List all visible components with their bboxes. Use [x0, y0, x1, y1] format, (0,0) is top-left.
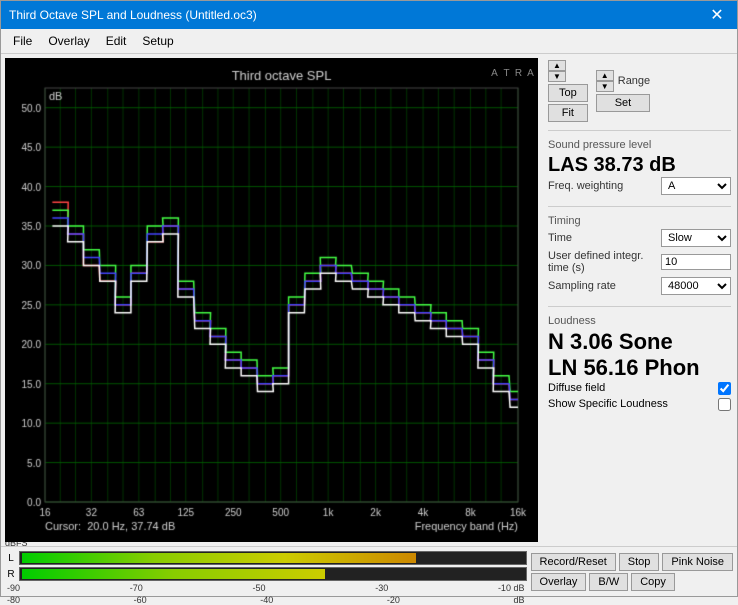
bottom-buttons: Record/Reset Stop Pink Noise Overlay B/W…	[531, 553, 733, 591]
tick-3: -50	[252, 583, 265, 593]
spl-section: Sound pressure level LAS 38.73 dB Freq. …	[548, 139, 731, 198]
chart-area: ARTA	[5, 58, 538, 542]
show-specific-label: Show Specific Loudness	[548, 398, 668, 410]
range-up-button[interactable]: ▲	[596, 70, 614, 81]
sampling-rate-row: Sampling rate 48000 44100	[548, 277, 731, 295]
user-integr-input[interactable]: 10	[661, 254, 731, 270]
range-nav-group: ▲ ▼ Range Set	[596, 70, 650, 112]
top-down-button[interactable]: ▼	[548, 71, 566, 82]
menu-file[interactable]: File	[5, 31, 40, 51]
divider-2	[548, 206, 731, 207]
tick-1: -90	[7, 583, 20, 593]
time-row: Time Slow Fast	[548, 229, 731, 247]
top-spinners: ▲ ▼	[548, 60, 588, 82]
meter-r-row: R	[5, 567, 527, 581]
timing-section-label: Timing	[548, 215, 731, 227]
loudness-n-value: N 3.06 Sone	[548, 329, 731, 355]
tick-4: -30	[375, 583, 388, 593]
menu-bar: File Overlay Edit Setup	[1, 29, 737, 54]
close-button[interactable]: ✕	[705, 3, 729, 27]
user-integr-label: User defined integr. time (s)	[548, 250, 661, 274]
meter-r-label: R	[5, 569, 17, 580]
main-content: ARTA ▲ ▼ Top Fit ▲ ▼	[1, 54, 737, 546]
divider-1	[548, 130, 731, 131]
spl-section-label: Sound pressure level	[548, 139, 731, 151]
meter-l-bar	[19, 551, 527, 565]
meter-l-fill	[22, 553, 416, 563]
top-nav-group: ▲ ▼ Top Fit	[548, 60, 588, 122]
chart-canvas	[5, 58, 538, 542]
menu-overlay[interactable]: Overlay	[40, 31, 97, 51]
record-reset-button[interactable]: Record/Reset	[531, 553, 616, 571]
meter-r-fill	[22, 569, 325, 579]
meter-ticks-row1: -90 -70 -50 -30 -10 dB	[5, 583, 527, 593]
loudness-section: Loudness N 3.06 Sone LN 56.16 Phon Diffu…	[548, 315, 731, 414]
tick-5: -10 dB	[498, 583, 525, 593]
time-select[interactable]: Slow Fast	[661, 229, 731, 247]
fit-button[interactable]: Fit	[548, 104, 588, 122]
diffuse-field-label: Diffuse field	[548, 382, 605, 394]
title-bar: Third Octave SPL and Loudness (Untitled.…	[1, 1, 737, 29]
top-button[interactable]: Top	[548, 84, 588, 102]
menu-setup[interactable]: Setup	[134, 31, 181, 51]
set-button[interactable]: Set	[596, 94, 650, 112]
arta-label: ARTA	[488, 68, 536, 80]
window-title: Third Octave SPL and Loudness (Untitled.…	[9, 8, 257, 22]
loudness-section-label: Loudness	[548, 315, 731, 327]
sampling-rate-label: Sampling rate	[548, 280, 616, 292]
diffuse-field-checkbox[interactable]	[718, 382, 731, 395]
bw-button[interactable]: B/W	[589, 573, 628, 591]
divider-3	[548, 306, 731, 307]
meter-r-bar	[19, 567, 527, 581]
meter-l-row: L	[5, 551, 527, 565]
menu-edit[interactable]: Edit	[98, 31, 135, 51]
freq-weighting-row: Freq. weighting A B C Z	[548, 177, 731, 195]
loudness-ln-value: LN 56.16 Phon	[548, 355, 731, 381]
meter-section: dBFS L R -90 -70 -50 -30 -10 dB	[5, 538, 527, 605]
meter-l-label: L	[5, 553, 17, 564]
timing-section: Timing Time Slow Fast User defined integ…	[548, 215, 731, 298]
time-label: Time	[548, 232, 572, 244]
range-down-button[interactable]: ▼	[596, 81, 614, 92]
copy-button[interactable]: Copy	[631, 573, 675, 591]
freq-weighting-label: Freq. weighting	[548, 180, 623, 192]
main-window: Third Octave SPL and Loudness (Untitled.…	[0, 0, 738, 597]
nav-controls: ▲ ▼ Top Fit ▲ ▼ Range Set	[548, 60, 731, 122]
btn-row-2: Overlay B/W Copy	[531, 573, 733, 591]
spl-value: LAS 38.73 dB	[548, 153, 731, 177]
top-up-button[interactable]: ▲	[548, 60, 566, 71]
show-specific-checkbox[interactable]	[718, 398, 731, 411]
overlay-button[interactable]: Overlay	[531, 573, 587, 591]
diffuse-field-row: Diffuse field	[548, 382, 731, 395]
user-integr-row: User defined integr. time (s) 10	[548, 250, 731, 274]
freq-weighting-select[interactable]: A B C Z	[661, 177, 731, 195]
pink-noise-button[interactable]: Pink Noise	[662, 553, 733, 571]
bottom-bar: dBFS L R -90 -70 -50 -30 -10 dB	[1, 546, 737, 596]
right-panel: ▲ ▼ Top Fit ▲ ▼ Range Set	[542, 54, 737, 546]
show-specific-row: Show Specific Loudness	[548, 398, 731, 411]
stop-button[interactable]: Stop	[619, 553, 660, 571]
tick-2: -70	[130, 583, 143, 593]
sampling-rate-select[interactable]: 48000 44100	[661, 277, 731, 295]
range-spinners: ▲ ▼	[596, 70, 614, 92]
btn-row-1: Record/Reset Stop Pink Noise	[531, 553, 733, 571]
range-label: Range	[618, 75, 650, 87]
